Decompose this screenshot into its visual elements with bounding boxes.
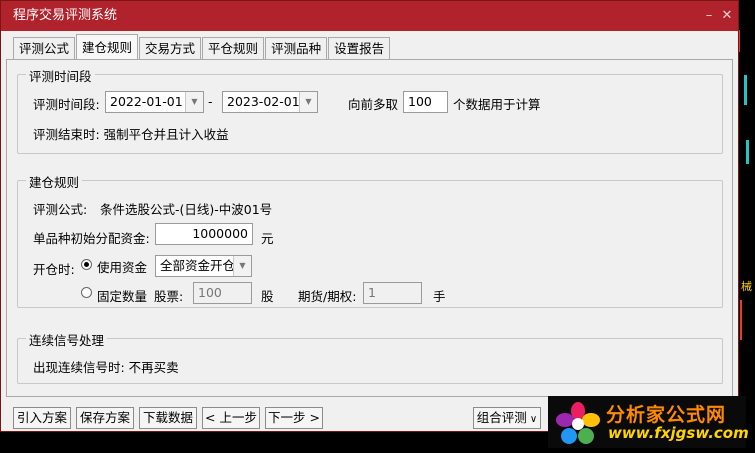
fixed-qty-radio[interactable] [81,287,92,298]
period-group: 评测时间段 评测时间段: 2022-01-01 ▼ - 2023-02-01 ▼… [17,66,723,154]
futures-label: 期货/期权: [298,289,357,304]
lookback-suffix: 个数据用于计算 [453,97,541,112]
period-label: 评测时间段: [33,97,100,112]
chevron-down-icon[interactable]: ▼ [299,92,317,112]
futures-qty-input[interactable]: 1 [363,282,422,304]
dialog-window: 程序交易评测系统 – ✕ 评测公式 建仓规则 交易方式 平仓规则 评测品种 设置… [0,0,739,432]
title-bar[interactable]: 程序交易评测系统 – ✕ [1,1,738,31]
stock-label: 股票: [154,289,184,304]
signals-text: 出现连续信号时: 不再买卖 [33,360,179,375]
start-date-value: 2022-01-01 [110,94,183,109]
tab-trade-mode[interactable]: 交易方式 [139,37,202,59]
combo-test-button[interactable]: 组合评测 ∨ [473,407,541,429]
flower-icon [556,402,600,444]
download-data-button[interactable]: 下载数据 [139,407,197,429]
close-icon[interactable]: ✕ [718,1,736,31]
date-separator: - [208,94,213,109]
tab-close-rules[interactable]: 平仓规则 [202,37,265,59]
chevron-down-icon[interactable]: ▼ [233,256,251,276]
prev-step-button[interactable]: < 上一步 [202,407,260,429]
tab-panel: 评测时间段 评测时间段: 2022-01-01 ▼ - 2023-02-01 ▼… [6,59,733,397]
use-capital-label[interactable]: 使用资金 [97,257,147,276]
open-rules-legend: 建仓规则 [26,172,83,191]
period-legend: 评测时间段 [26,66,95,85]
capital-input[interactable]: 1000000 [155,223,253,245]
lookback-prefix: 向前多取 [348,97,399,112]
open-label: 开仓时: [33,262,75,277]
tab-report[interactable]: 设置报告 [328,37,391,59]
start-date-picker[interactable]: 2022-01-01 ▼ [105,91,204,113]
tab-bar: 评测公式 建仓规则 交易方式 平仓规则 评测品种 设置报告 [13,34,391,59]
watermark-url: www.fxjgsw.com [608,424,749,442]
chevron-down-icon: ∨ [526,414,538,425]
chevron-down-icon[interactable]: ▼ [185,92,203,112]
fixed-qty-label[interactable]: 固定数量 [97,286,147,305]
end-date-value: 2023-02-01 [227,94,300,109]
watermark-name: 分析家公式网 [606,404,727,426]
watermark-logo: 分析家公式网 www.fxjgsw.com [548,396,749,448]
capital-mode-select[interactable]: 全部资金开仓 ▼ [155,255,252,277]
futures-unit: 手 [433,289,446,304]
end-note: 评测结束时: 强制平仓并且计入收益 [33,127,229,142]
combo-test-label: 组合评测 [476,410,527,425]
use-capital-radio[interactable] [81,259,92,270]
tab-formula[interactable]: 评测公式 [13,37,76,59]
end-date-picker[interactable]: 2023-02-01 ▼ [222,91,318,113]
stock-qty-input[interactable]: 100 [193,282,252,304]
open-rules-group: 建仓规则 评测公式: 条件选股公式-(日线)-中波01号 单品种初始分配资金: … [17,172,723,308]
bg-candle [746,140,749,164]
save-scheme-button[interactable]: 保存方案 [76,407,134,429]
bg-label: 械 [741,280,752,293]
capital-label: 单品种初始分配资金: [33,231,150,246]
minimize-icon[interactable]: – [700,1,718,31]
lookback-input[interactable]: 100 [403,91,448,113]
tab-open-rules[interactable]: 建仓规则 [76,34,139,59]
capital-mode-value: 全部资金开仓 [160,258,236,273]
capital-unit: 元 [261,231,274,246]
stock-unit: 股 [261,289,274,304]
formula-label: 评测公式: [33,202,88,217]
signals-legend: 连续信号处理 [26,330,108,349]
tab-symbols[interactable]: 评测品种 [265,37,328,59]
window-title: 程序交易评测系统 [13,8,118,23]
next-step-button[interactable]: 下一步 > [265,407,323,429]
bg-candle [740,300,742,340]
formula-value: 条件选股公式-(日线)-中波01号 [100,202,273,217]
bg-candle [744,75,747,105]
signals-group: 连续信号处理 出现连续信号时: 不再买卖 [17,330,723,384]
import-scheme-button[interactable]: 引入方案 [13,407,71,429]
